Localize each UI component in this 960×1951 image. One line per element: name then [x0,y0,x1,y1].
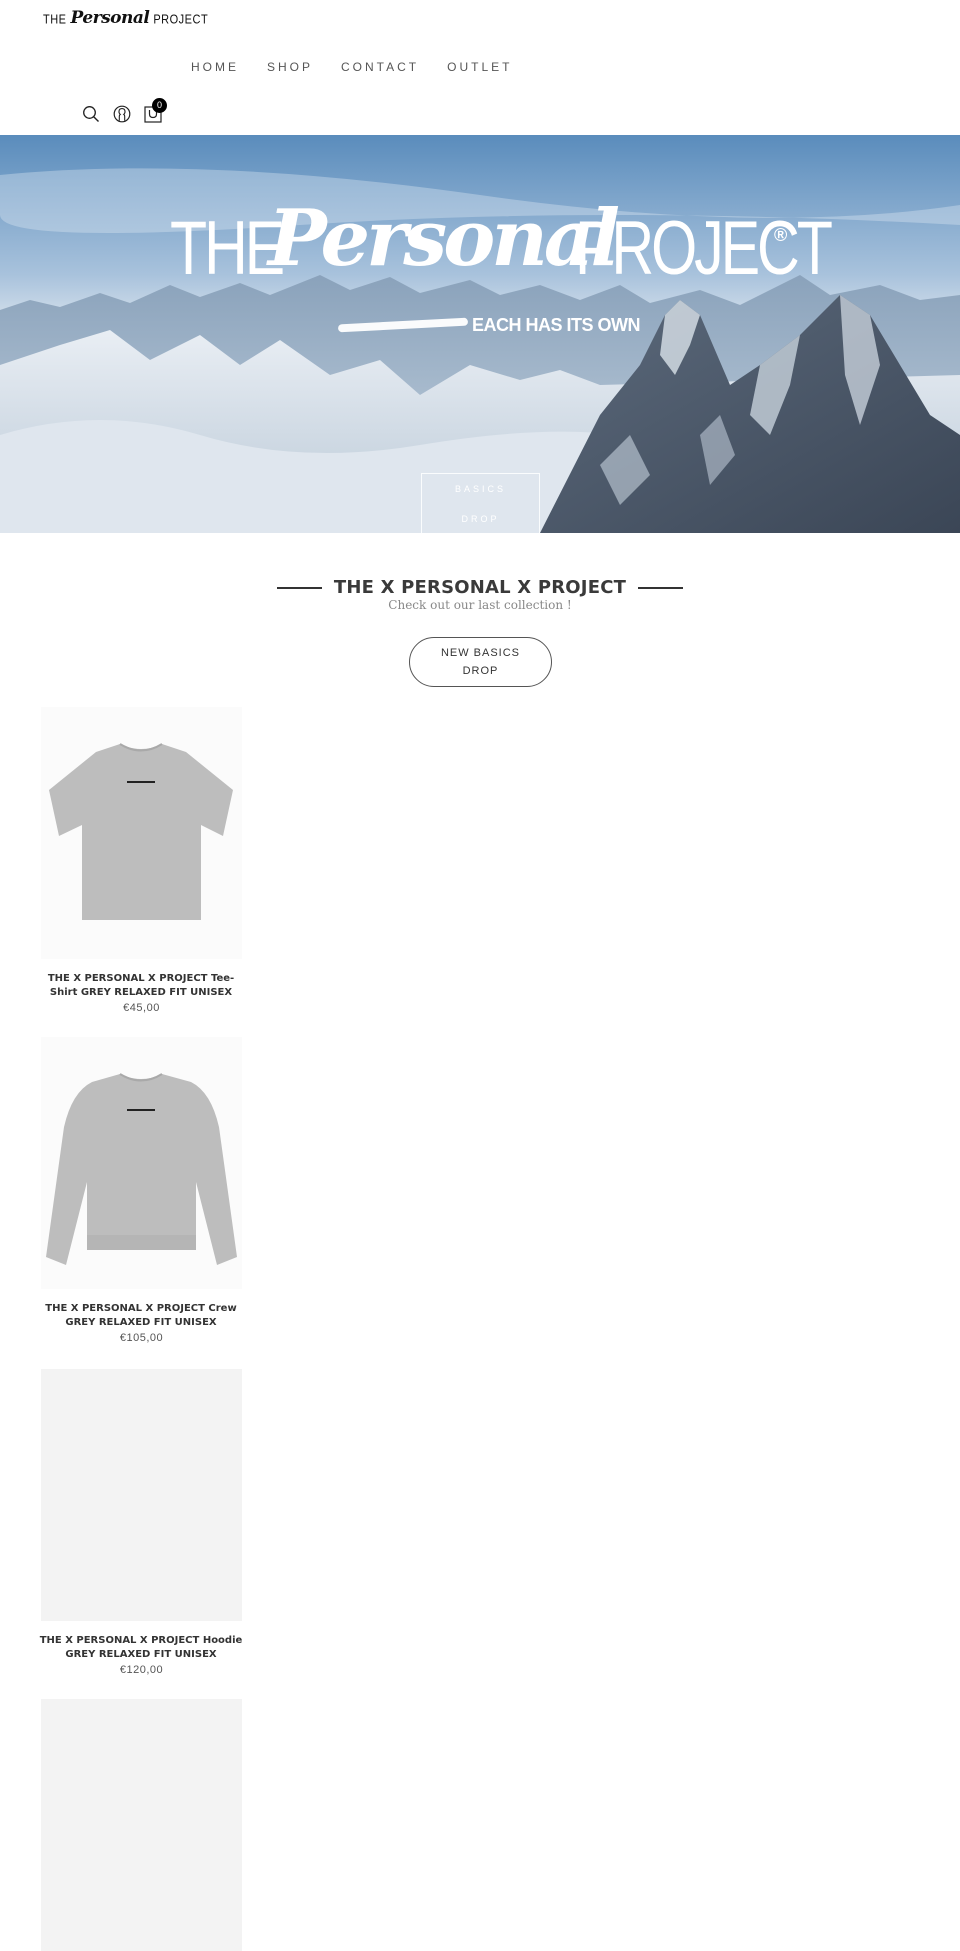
collection-title: THE X PERSONAL X PROJECT [333,577,627,598]
product-price: €105,00 [119,1332,164,1344]
hero-logo-personal: Personal [268,193,620,284]
product-name[interactable]: THE X PERSONAL X PROJECT Tee-Shirt GREY … [36,972,246,1000]
hero-tagline: EACH HAS ITS OWN [472,315,641,335]
product-image-placeholder[interactable] [41,1369,242,1621]
registered-mark: ® [774,225,788,245]
product-image-tshirt[interactable] [41,707,242,959]
main-nav: HOME SHOP CONTACT OUTLET [191,60,540,74]
site-header: THE Personal PROJECT HOME SHOP CONTACT O… [0,0,960,135]
collection-heading: THE X PERSONAL X PROJECT [0,577,960,598]
heading-divider-right [638,586,684,589]
product-price: €45,00 [123,1002,160,1014]
product-price: €120,00 [119,1664,164,1676]
hero-banner: THE Personal PROJECT ® EACH HAS ITS OWN … [0,135,960,533]
collection-subtitle: Check out our last collection ! [388,598,572,612]
logo-personal: Personal [70,8,150,28]
cta-line1: NEW BASICS [440,647,521,659]
header-icons [82,105,162,123]
cta-line2: DROP [462,665,499,677]
search-icon[interactable] [82,105,100,123]
hero-logo-the: THE [170,206,285,291]
product-card[interactable] [41,1699,242,1951]
nav-shop[interactable]: SHOP [267,60,313,74]
new-basics-drop-button[interactable]: NEW BASICS DROP [409,637,552,687]
cart-count-badge: 0 [152,98,167,113]
basics-drop-line2: DROP [461,514,500,524]
nav-home[interactable]: HOME [191,60,239,74]
product-image-crew[interactable] [41,1037,242,1289]
site-logo[interactable]: THE Personal PROJECT [43,8,208,28]
product-card[interactable]: THE X PERSONAL X PROJECT Crew GREY RELAX… [41,1037,242,1344]
product-image-placeholder[interactable] [41,1699,242,1951]
heading-divider-left [276,586,322,589]
hero-brand-logo: THE Personal PROJECT ® EACH HAS ITS OWN [170,193,833,335]
nav-contact[interactable]: CONTACT [341,60,419,74]
nav-outlet[interactable]: OUTLET [447,60,512,74]
product-card[interactable]: THE X PERSONAL X PROJECT Hoodie GREY REL… [40,1369,242,1676]
basics-drop-button[interactable]: BASICS DROP [421,473,540,533]
hero-logo-project: PROJECT [575,206,833,291]
product-name[interactable]: THE X PERSONAL X PROJECT Crew GREY RELAX… [36,1302,246,1330]
product-name[interactable]: THE X PERSONAL X PROJECT Hoodie GREY REL… [36,1634,246,1662]
basics-drop-line1: BASICS [454,484,506,494]
product-card[interactable]: THE X PERSONAL X PROJECT Tee-Shirt GREY … [41,707,242,1014]
logo-the: THE [43,12,67,28]
account-icon[interactable] [113,105,131,123]
logo-project: PROJECT [153,12,209,28]
